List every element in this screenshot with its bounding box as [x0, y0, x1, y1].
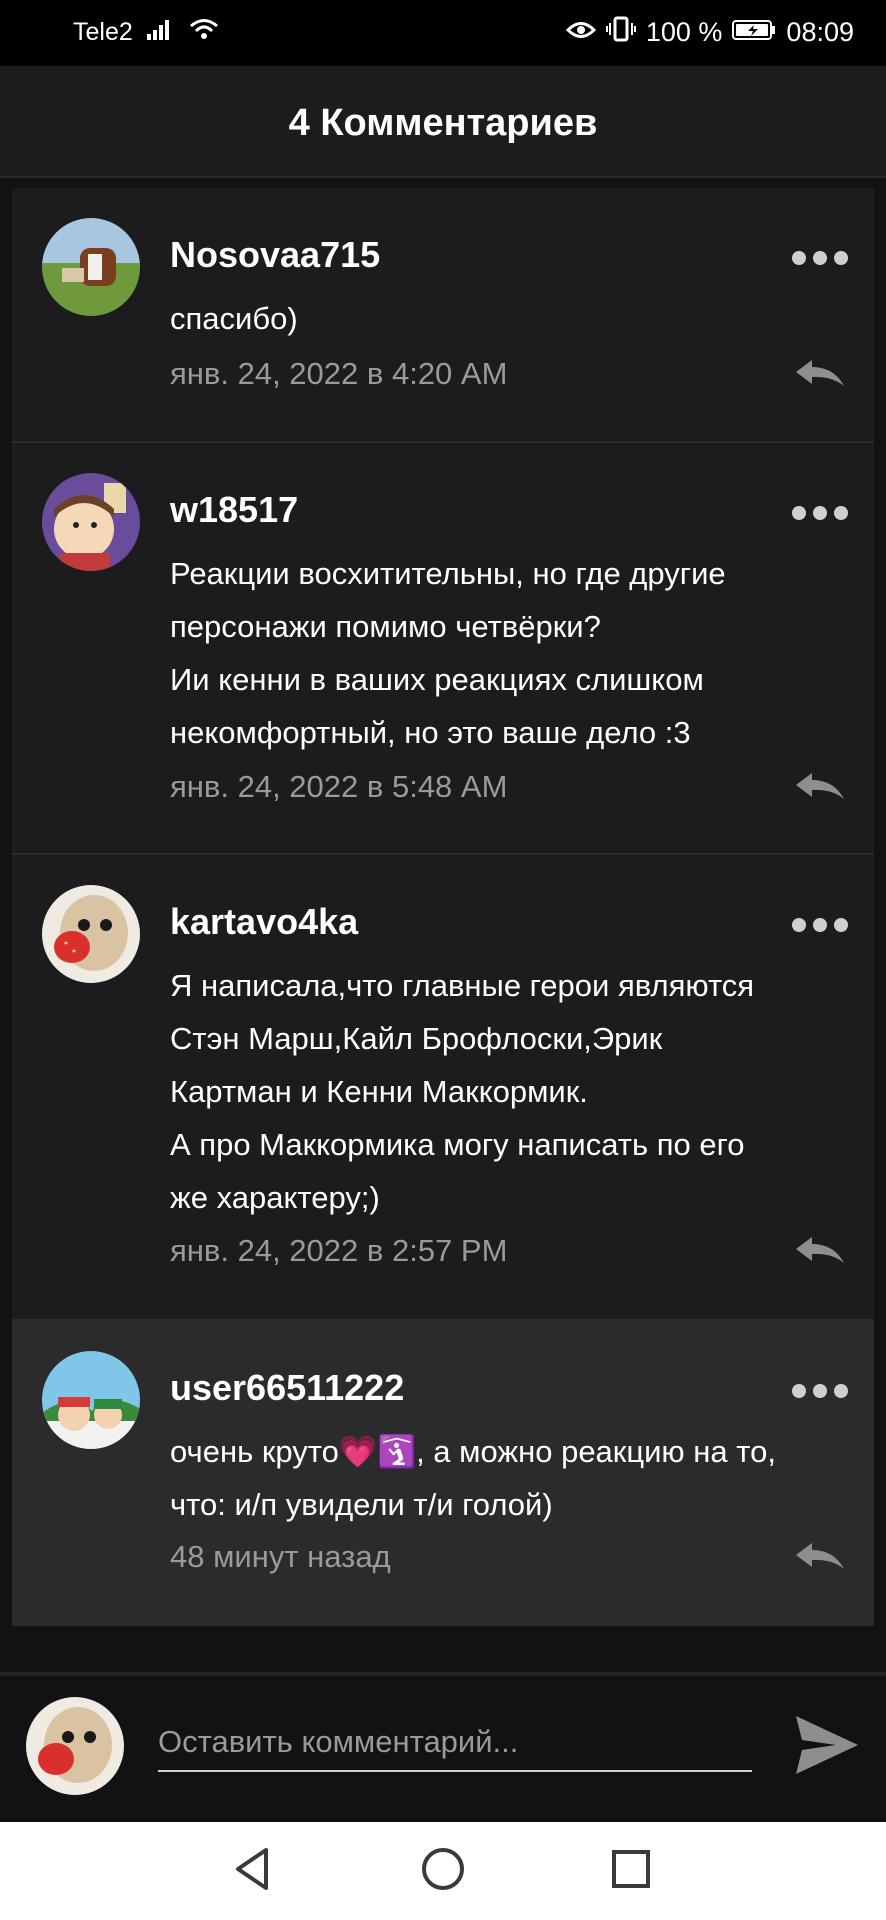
status-bar: Tele2 100 % 08:09	[0, 0, 886, 66]
reply-icon[interactable]	[794, 771, 846, 803]
nav-home-icon[interactable]	[418, 1844, 468, 1894]
comment-line: А про Маккормика могу написать по его	[170, 1127, 745, 1162]
comment-text: спасибо)	[170, 292, 852, 345]
system-nav-bar	[0, 1822, 886, 1920]
comments-header: 4 Комментариев	[0, 66, 886, 178]
comment-timestamp: 48 минут назад	[170, 1539, 391, 1574]
comment-username[interactable]: w18517	[170, 489, 298, 531]
comment-item[interactable]: Nosovaa715 спасибо) янв. 24, 2022 в 4:20…	[12, 188, 874, 443]
nav-recents-icon[interactable]	[606, 1844, 656, 1894]
comment-text: очень круто💗🛐, а можно реакцию на то, чт…	[170, 1425, 852, 1531]
comment-input[interactable]	[158, 1714, 752, 1772]
reply-icon[interactable]	[794, 358, 846, 390]
avatar[interactable]	[42, 473, 140, 571]
nav-back-icon[interactable]	[228, 1844, 278, 1894]
avatar[interactable]	[26, 1697, 124, 1795]
comment-list[interactable]: Nosovaa715 спасибо) янв. 24, 2022 в 4:20…	[12, 188, 874, 1626]
battery-percent: 100 %	[645, 17, 723, 47]
comment-timestamp: янв. 24, 2022 в 2:57 PM	[170, 1233, 508, 1268]
comment-username[interactable]: Nosovaa715	[170, 234, 380, 276]
comment-text: Я написала,что главные герои являются Ст…	[170, 959, 852, 1224]
carrier-label: Tele2	[73, 18, 133, 46]
wifi-icon	[189, 18, 219, 47]
comment-username[interactable]: user66511222	[170, 1367, 404, 1409]
signal-icon	[146, 18, 175, 47]
comment-line: Я написала,что главные герои являются	[170, 968, 755, 1003]
comment-line: что: и/п увидели т/и голой)	[170, 1487, 553, 1522]
avatar[interactable]	[42, 1351, 140, 1449]
comment-line: Ии кенни в ваших реакциях слишком	[170, 662, 704, 697]
more-options-icon[interactable]	[792, 913, 848, 937]
comment-item[interactable]: w18517 Реакции восхитительны, но где дру…	[12, 443, 874, 855]
reply-icon[interactable]	[794, 1541, 846, 1573]
comment-line: же характеру;)	[170, 1180, 380, 1215]
battery-icon	[732, 17, 776, 48]
comment-line: персонажи помимо четвёрки?	[170, 609, 601, 644]
comment-line: Реакции восхитительны, но где другие	[170, 556, 726, 591]
comment-text: Реакции восхитительны, но где другие пер…	[170, 547, 852, 759]
eye-icon	[565, 17, 596, 48]
comment-timestamp: янв. 24, 2022 в 5:48 AM	[170, 769, 508, 804]
comment-line: спасибо)	[170, 301, 298, 336]
avatar[interactable]	[42, 218, 140, 316]
more-options-icon[interactable]	[792, 501, 848, 525]
comment-line: очень круто💗🛐, а можно реакцию на то,	[170, 1434, 776, 1469]
comment-line: некомфортный, но это ваше дело :3	[170, 715, 691, 750]
comment-line: Стэн Марш,Кайл Брофлоски,Эрик	[170, 1021, 663, 1056]
more-options-icon[interactable]	[792, 1379, 848, 1403]
vibrate-icon	[605, 16, 636, 49]
comment-timestamp: янв. 24, 2022 в 4:20 AM	[170, 356, 508, 391]
comment-line: Картман и Кенни Маккормик.	[170, 1074, 588, 1109]
reply-icon[interactable]	[794, 1235, 846, 1267]
comment-username[interactable]: kartavo4ka	[170, 901, 358, 943]
clock: 08:09	[786, 17, 854, 47]
more-options-icon[interactable]	[792, 246, 848, 270]
avatar[interactable]	[42, 885, 140, 983]
comment-item[interactable]: user66511222 очень круто💗🛐, а можно реак…	[12, 1321, 874, 1626]
comment-item[interactable]: kartavo4ka Я написала,что главные герои …	[12, 855, 874, 1321]
comment-composer	[0, 1676, 886, 1822]
page-title: 4 Комментариев	[288, 102, 598, 144]
send-icon[interactable]	[792, 1710, 862, 1780]
